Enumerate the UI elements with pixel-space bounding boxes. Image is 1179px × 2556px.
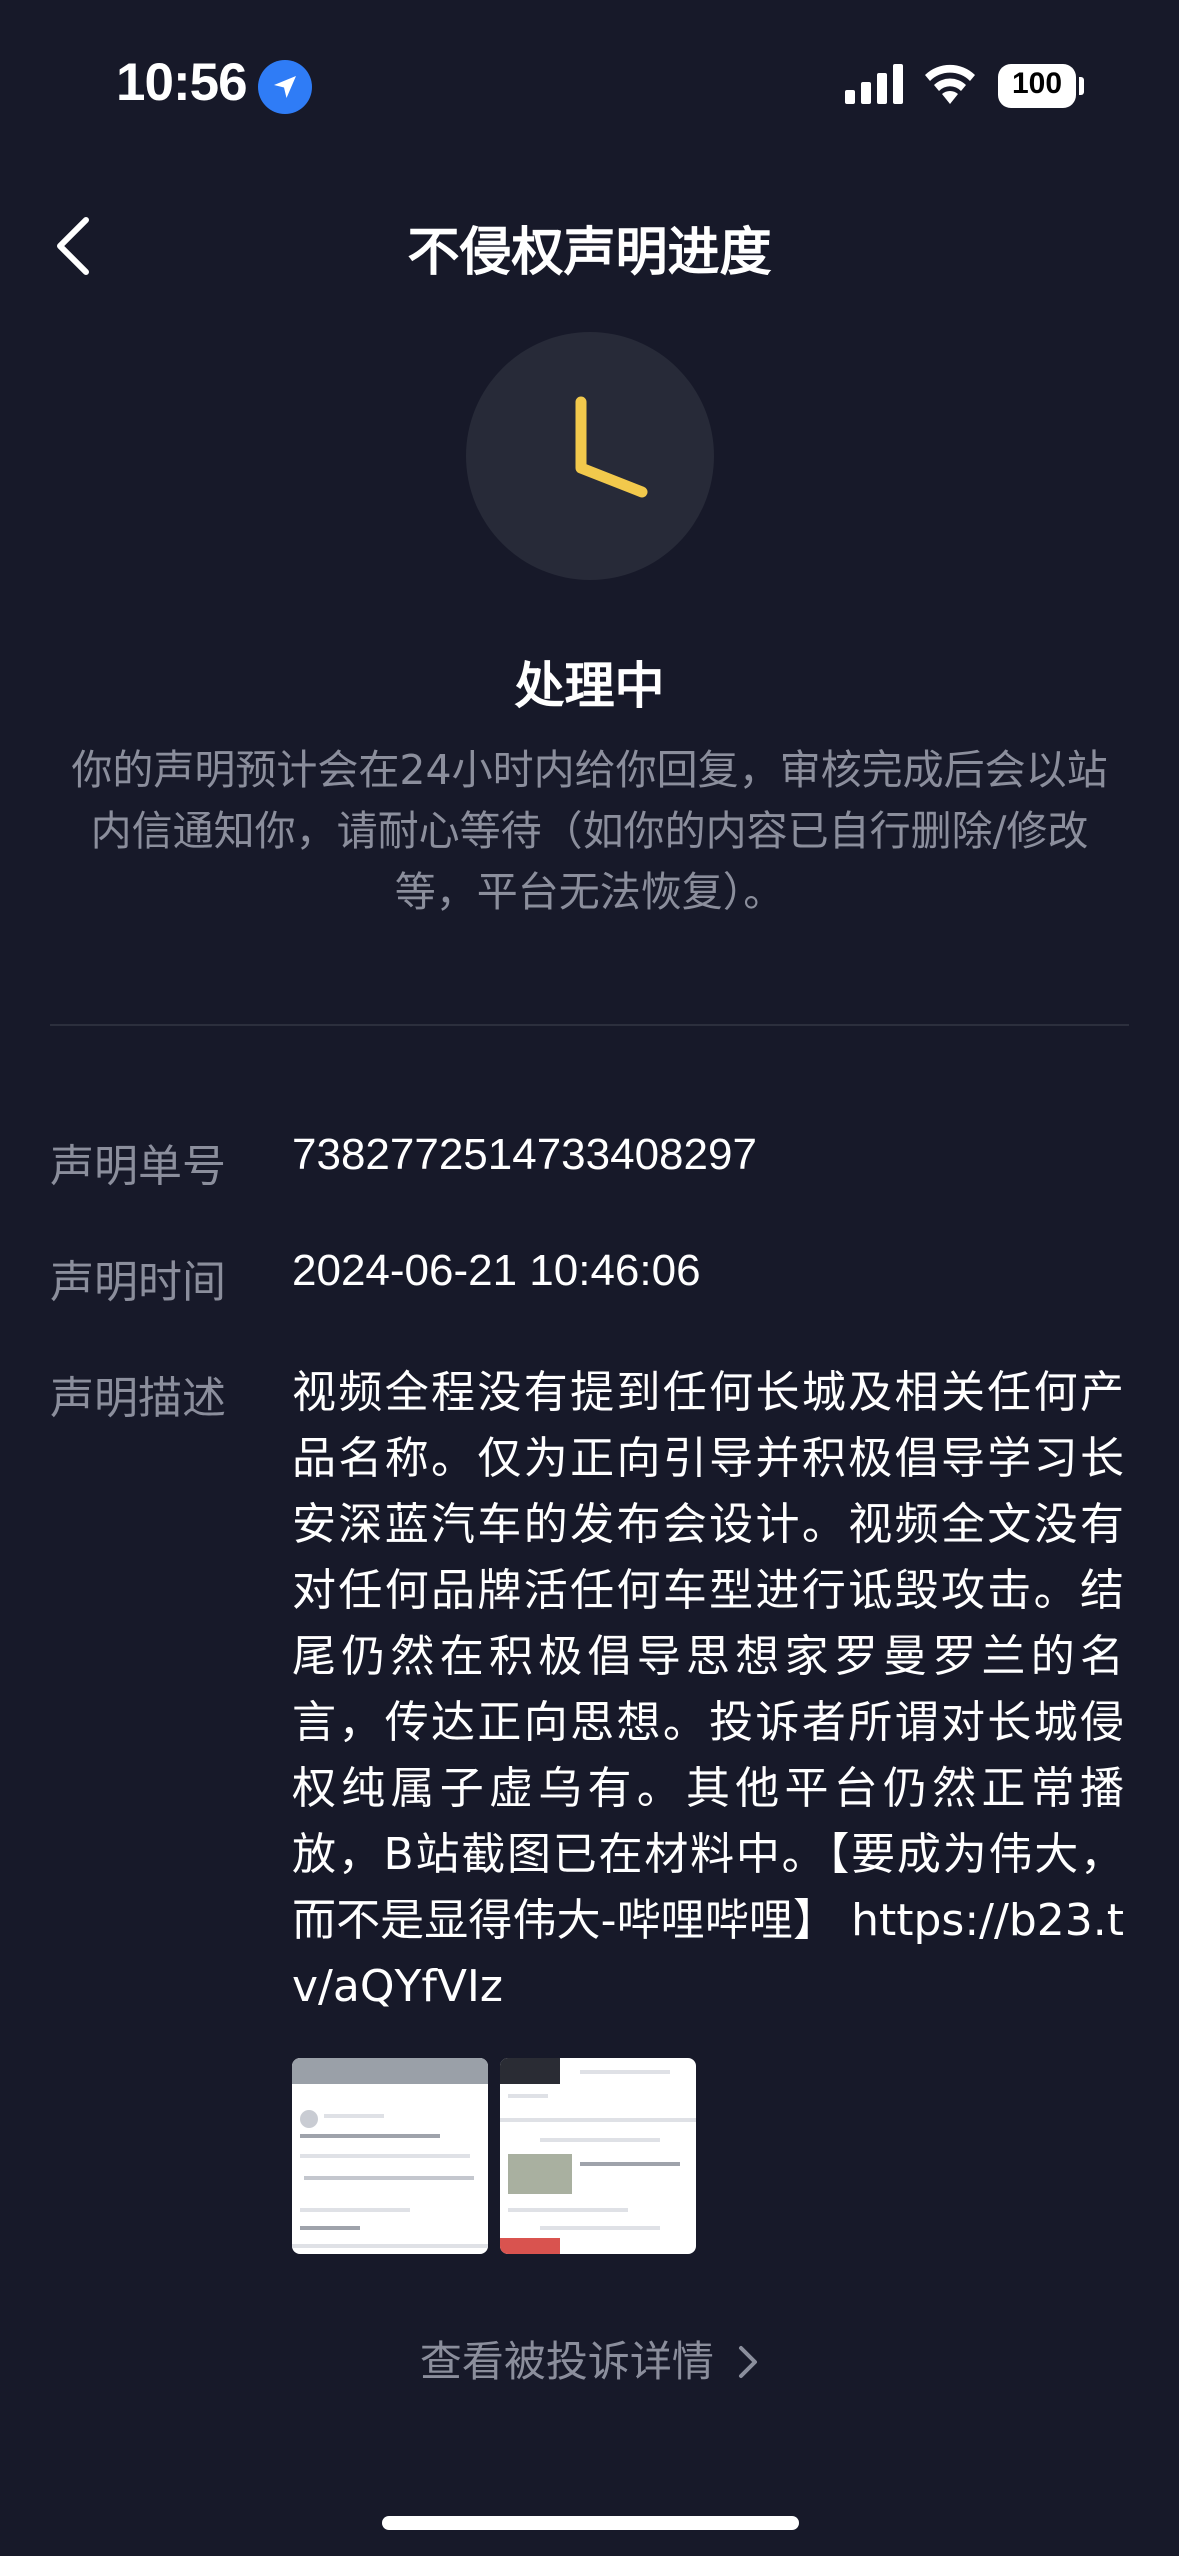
view-complaint-details-link[interactable]: 查看被投诉详情 <box>0 2328 1179 2389</box>
view-complaint-details-label: 查看被投诉详情 <box>419 2337 714 2386</box>
page-title: 不侵权声明进度 <box>407 223 772 283</box>
status-time: 10:56 <box>116 53 248 112</box>
status-title: 处理中 <box>514 657 665 715</box>
declaration-time-value: 2024-06-21 10:46:06 <box>292 1246 701 1295</box>
declaration-number-label: 声明单号 <box>50 1141 226 1192</box>
status-bar: 10:56 100 <box>0 0 1179 160</box>
chevron-right-icon <box>739 2346 758 2378</box>
battery-level: 100 <box>1011 67 1063 100</box>
declaration-number-value: 7382772514733408297 <box>292 1130 757 1179</box>
attachment-thumbnail-1[interactable] <box>292 2058 488 2254</box>
status-description: 你的声明预计会在24小时内给你回复，审核完成后会以站内信通知你，请耐心等待（如你… <box>71 746 1108 916</box>
declaration-time-label: 声明时间 <box>50 1257 226 1308</box>
attachment-thumbnail-2[interactable] <box>500 2058 696 2254</box>
clock-icon <box>466 332 714 580</box>
battery-cap <box>1079 77 1084 95</box>
home-indicator[interactable] <box>382 2516 799 2530</box>
declaration-description-value: 视频全程没有提到任何长城及相关任何产品名称。仅为正向引导并积极倡导学习长安深蓝汽… <box>292 1367 1124 2012</box>
divider <box>50 1024 1129 1026</box>
wifi-icon <box>925 64 975 104</box>
location-arrow-icon <box>258 60 312 114</box>
cellular-signal-icon <box>845 64 903 104</box>
battery-icon: 100 <box>998 64 1076 108</box>
declaration-description-label: 声明描述 <box>50 1373 226 1424</box>
